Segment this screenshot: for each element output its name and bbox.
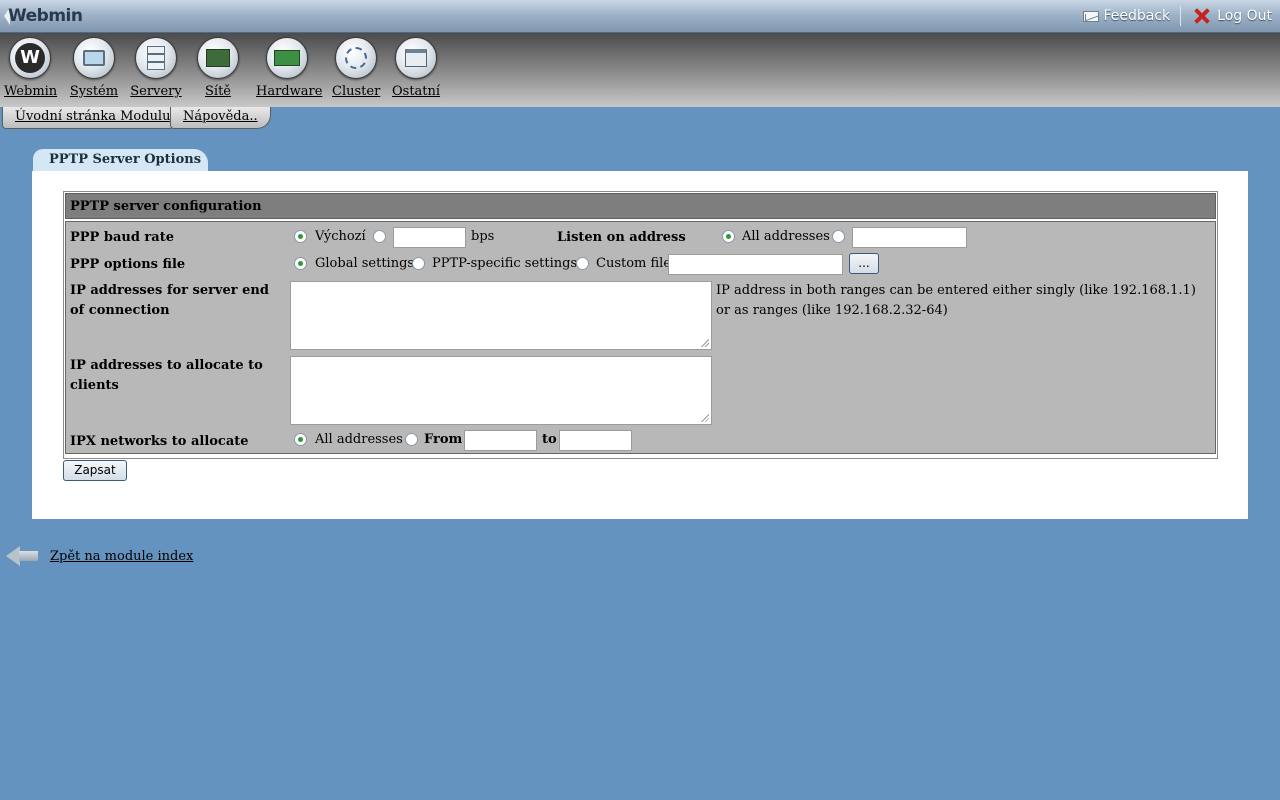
listen-all-label: All addresses bbox=[742, 229, 830, 244]
baud-label: PPP baud rate bbox=[70, 230, 174, 245]
config-table: PPTP server configuration PPP baud rate … bbox=[63, 191, 1218, 459]
category-label: Webmin bbox=[4, 84, 58, 99]
category-label: Sítě bbox=[205, 84, 231, 99]
feedback-link[interactable]: Feedback bbox=[1083, 8, 1170, 24]
options-global-radio[interactable] bbox=[294, 257, 307, 270]
client-ips-textarea[interactable] bbox=[290, 356, 712, 425]
category-hardware[interactable]: Hardware bbox=[256, 37, 323, 99]
category-label: Cluster bbox=[332, 84, 381, 99]
browse-button[interactable]: ... bbox=[849, 253, 879, 274]
servers-icon bbox=[135, 37, 177, 79]
category-label: Servery bbox=[130, 84, 182, 99]
ipx-all-label: All addresses bbox=[315, 432, 403, 447]
listen-label: Listen on address bbox=[557, 230, 686, 245]
category-bar: W Webmin Systém Servery Sítě Hardware Cl… bbox=[0, 33, 1280, 107]
top-links: Feedback Log Out bbox=[1083, 6, 1272, 26]
app-logo: Webmin bbox=[8, 6, 83, 26]
ipx-from-input[interactable] bbox=[464, 430, 537, 451]
resize-grip-icon[interactable] bbox=[700, 338, 709, 347]
top-bar: Webmin Feedback Log Out bbox=[0, 0, 1280, 33]
logout-label: Log Out bbox=[1217, 8, 1272, 24]
others-icon bbox=[395, 37, 437, 79]
options-custom-radio[interactable] bbox=[576, 257, 589, 270]
listen-input[interactable] bbox=[852, 227, 967, 248]
category-label: Hardware bbox=[256, 84, 323, 99]
system-icon bbox=[73, 37, 115, 79]
category-webmin[interactable]: W Webmin bbox=[4, 37, 58, 99]
back-link[interactable]: Zpět na module index bbox=[4, 538, 193, 574]
server-ips-label: IP addresses for server end of connectio… bbox=[70, 283, 269, 318]
ipx-range-radio[interactable] bbox=[405, 433, 418, 446]
category-servers[interactable]: Servery bbox=[130, 37, 182, 99]
ipx-to-label: to bbox=[542, 432, 557, 447]
save-button[interactable]: Zapsat bbox=[63, 460, 127, 481]
category-label: Systém bbox=[69, 84, 119, 99]
ipx-to-input[interactable] bbox=[559, 430, 632, 451]
ip-range-note: IP address in both ranges can be entered… bbox=[716, 283, 1196, 318]
feedback-label: Feedback bbox=[1103, 8, 1171, 24]
back-arrow-icon bbox=[4, 538, 40, 574]
resize-grip-icon[interactable] bbox=[700, 413, 709, 422]
panel-tab: PPTP Server Options bbox=[33, 149, 208, 172]
module-index-tab[interactable]: Úvodní stránka Modulu bbox=[2, 107, 184, 129]
baud-default-label: Výchozí bbox=[315, 229, 366, 244]
options-file-label: PPP options file bbox=[70, 257, 186, 272]
client-ips-label: IP addresses to allocate to clients bbox=[70, 358, 263, 393]
server-ips-textarea[interactable] bbox=[290, 281, 712, 350]
options-pptp-radio[interactable] bbox=[412, 257, 425, 270]
cluster-icon bbox=[335, 37, 377, 79]
options-panel: PPTP server configuration PPP baud rate … bbox=[32, 171, 1248, 519]
logout-link[interactable]: Log Out bbox=[1191, 6, 1272, 26]
hardware-icon bbox=[266, 37, 308, 79]
envelope-icon bbox=[1083, 10, 1100, 22]
ipx-all-radio[interactable] bbox=[294, 433, 307, 446]
options-global-label: Global settings bbox=[315, 256, 415, 271]
baud-custom-radio[interactable] bbox=[373, 230, 386, 243]
help-tab[interactable]: Nápověda.. bbox=[170, 107, 271, 129]
listen-all-radio[interactable] bbox=[722, 230, 735, 243]
listen-custom-radio[interactable] bbox=[832, 230, 845, 243]
baud-unit: bps bbox=[471, 229, 495, 244]
options-custom-label: Custom file bbox=[596, 256, 672, 271]
baud-default-radio[interactable] bbox=[294, 230, 307, 243]
category-others[interactable]: Ostatní bbox=[392, 37, 440, 99]
ipx-from-label: From bbox=[424, 432, 463, 447]
options-pptp-label: PPTP-specific settings bbox=[432, 256, 578, 271]
category-network[interactable]: Sítě bbox=[192, 37, 244, 99]
module-tabs: Úvodní stránka Modulu Nápověda.. bbox=[0, 107, 1280, 129]
custom-file-input[interactable] bbox=[668, 254, 843, 275]
ipx-label: IPX networks to allocate bbox=[70, 434, 249, 449]
divider bbox=[1180, 6, 1182, 26]
category-cluster[interactable]: Cluster bbox=[332, 37, 380, 99]
logout-icon bbox=[1191, 6, 1213, 26]
baud-input[interactable] bbox=[393, 227, 466, 248]
category-system[interactable]: Systém bbox=[68, 37, 120, 99]
section-title: PPTP server configuration bbox=[65, 193, 1216, 219]
webmin-icon: W bbox=[9, 37, 51, 79]
category-label: Ostatní bbox=[392, 84, 441, 99]
config-body: PPP baud rate Výchozí bps Listen on addr… bbox=[65, 221, 1216, 454]
back-link-label: Zpět na module index bbox=[50, 548, 194, 564]
network-icon bbox=[197, 37, 239, 79]
